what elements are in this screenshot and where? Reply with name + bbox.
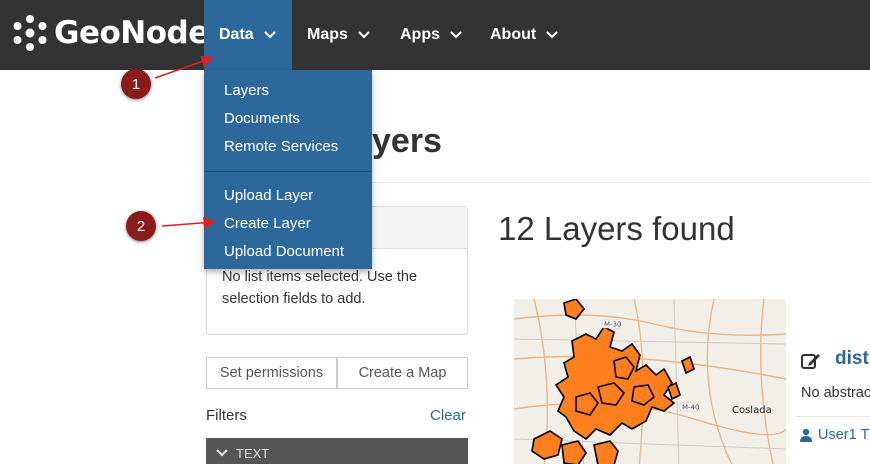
- selection-empty-text: No list items selected. Use the selectio…: [222, 269, 418, 307]
- map-label-m40: M-40: [682, 404, 699, 412]
- menu-divider: [204, 171, 372, 172]
- menu-item-layers[interactable]: Layers: [224, 82, 269, 99]
- layer-owner-link[interactable]: User1 T: [800, 427, 869, 443]
- chevron-down-icon: [546, 31, 558, 39]
- menu-item-upload-layer[interactable]: Upload Layer: [224, 187, 313, 204]
- brand-logo[interactable]: GeoNode: [10, 8, 209, 58]
- annotation-marker-2: 2: [126, 211, 156, 241]
- chevron-down-icon: [263, 31, 276, 39]
- owner-name: User1 T: [818, 427, 870, 443]
- text-filter-label: TEXT: [236, 445, 270, 461]
- brand-name: GeoNode: [54, 15, 209, 51]
- nav-about-label: About: [490, 26, 537, 43]
- menu-item-remote-services[interactable]: Remote Services: [224, 138, 338, 155]
- set-permissions-button[interactable]: Set permissions: [206, 357, 337, 389]
- nav-data-menu[interactable]: Data: [204, 0, 292, 70]
- layer-thumbnail[interactable]: M-30 M-40 Coslada: [514, 299, 786, 464]
- data-dropdown-menu: Layers Documents Remote Services Upload …: [204, 70, 372, 269]
- menu-item-create-layer[interactable]: Create Layer: [224, 215, 311, 232]
- user-icon: [800, 428, 812, 442]
- map-thumbnail-image: M-30 M-40 Coslada: [514, 299, 786, 464]
- nav-maps-label: Maps: [307, 26, 348, 43]
- layer-abstract: No abstrac: [801, 385, 870, 401]
- chevron-down-icon: [358, 31, 370, 39]
- nav-apps-menu[interactable]: Apps: [400, 0, 462, 70]
- map-label-m30: M-30: [604, 321, 621, 329]
- create-map-button[interactable]: Create a Map: [337, 357, 468, 389]
- edit-icon[interactable]: [800, 351, 822, 371]
- nav-apps-label: Apps: [400, 26, 440, 43]
- chevron-down-icon: [450, 31, 462, 39]
- nav-maps-menu[interactable]: Maps: [307, 0, 370, 70]
- annotation-marker-1: 1: [121, 69, 151, 99]
- menu-item-documents[interactable]: Documents: [224, 110, 300, 127]
- top-navbar: GeoNode Data Maps Apps About: [0, 0, 870, 70]
- menu-item-upload-document[interactable]: Upload Document: [224, 243, 344, 260]
- item-divider: [796, 416, 870, 417]
- nav-about-menu[interactable]: About: [490, 0, 558, 70]
- filters-label: Filters: [206, 407, 247, 424]
- map-label-coslada: Coslada: [732, 405, 772, 416]
- results-count-heading: 12 Layers found: [498, 210, 735, 247]
- chevron-down-icon: [216, 449, 228, 457]
- layer-title-link[interactable]: distr: [835, 348, 870, 370]
- title-divider: [372, 182, 870, 183]
- page-title: yers: [372, 122, 442, 160]
- clear-filters-link[interactable]: Clear: [430, 407, 466, 424]
- geonode-logo-icon: [13, 15, 47, 51]
- nav-data-label: Data: [219, 26, 254, 43]
- text-filter-section[interactable]: TEXT: [206, 438, 468, 464]
